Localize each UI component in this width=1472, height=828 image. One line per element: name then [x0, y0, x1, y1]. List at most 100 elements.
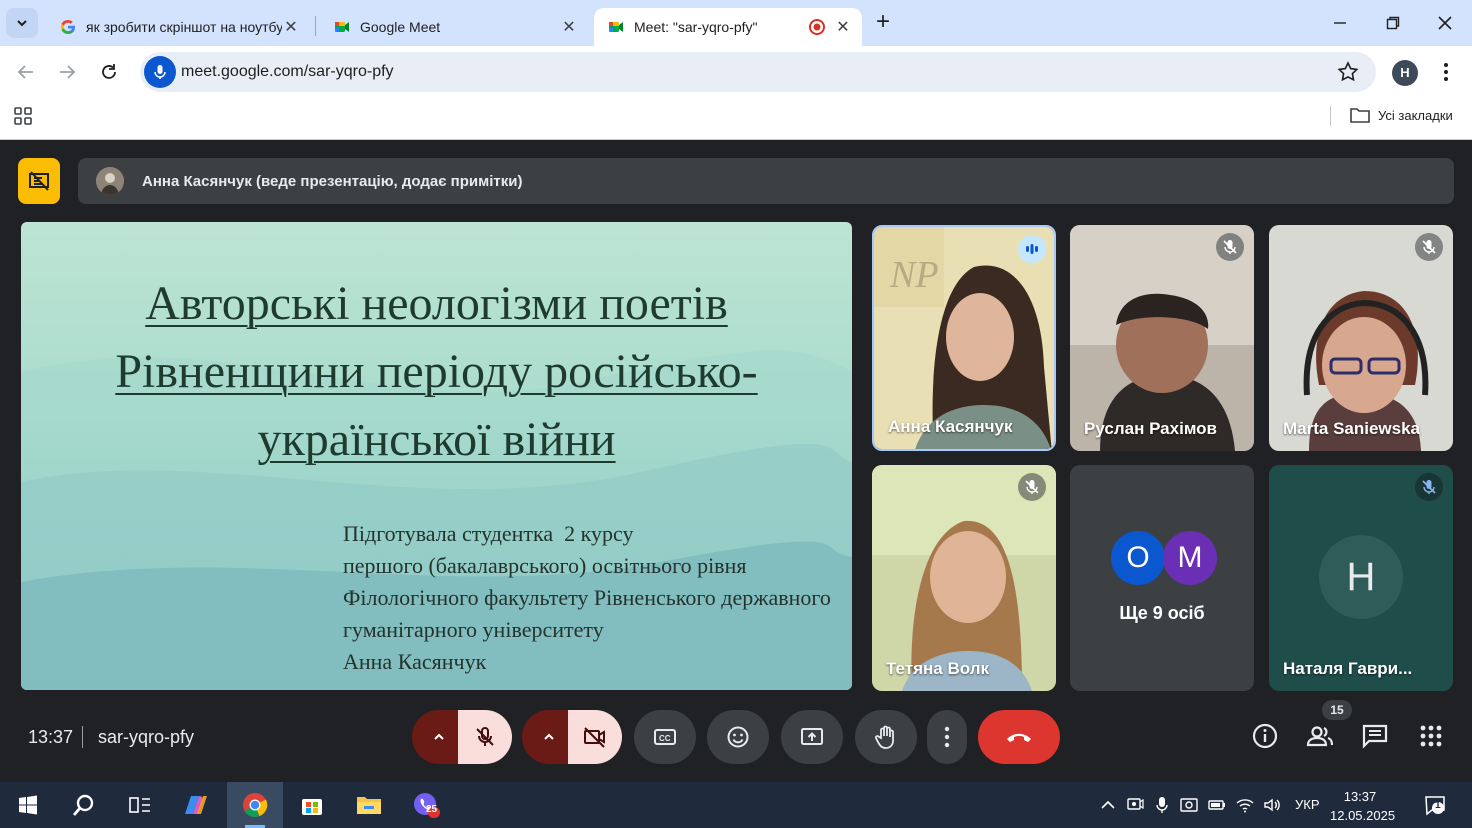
file-explorer-button[interactable]: [341, 782, 397, 828]
language-indicator[interactable]: УКР: [1295, 797, 1320, 812]
chrome-icon: [243, 793, 268, 817]
present-off-icon: [29, 171, 49, 191]
meeting-details-icon[interactable]: [1251, 722, 1279, 750]
captions-button[interactable]: CC: [634, 710, 696, 764]
close-tab-icon[interactable]: ✕: [282, 18, 300, 36]
participant-tile[interactable]: Тетяна Волк: [872, 465, 1056, 691]
present-screen-button[interactable]: [781, 710, 843, 764]
restore-button[interactable]: [1380, 10, 1406, 36]
more-options-icon[interactable]: [1434, 60, 1458, 84]
viber-button[interactable]: 25: [398, 782, 454, 828]
muted-indicator: [1216, 233, 1244, 261]
folder-icon: [357, 797, 381, 814]
activities-icon[interactable]: [1417, 722, 1445, 750]
presenter-avatar: [96, 167, 124, 195]
closed-captions-icon: CC: [654, 729, 676, 745]
notifications-button[interactable]: 1: [1424, 794, 1446, 816]
search-button[interactable]: [56, 782, 112, 828]
folder-icon: [1350, 108, 1370, 123]
chat-icon[interactable]: [1361, 722, 1389, 750]
task-view-button[interactable]: [112, 782, 168, 828]
copilot-button[interactable]: [168, 782, 224, 828]
participant-tile[interactable]: Руслан Рахімов: [1070, 225, 1254, 451]
system-date: 12.05.2025: [1330, 808, 1396, 823]
system-clock[interactable]: 13:37 12.05.2025: [1330, 787, 1396, 825]
new-tab-button[interactable]: +: [872, 10, 894, 34]
search-icon: [72, 794, 94, 816]
bookmark-star-icon[interactable]: [1336, 60, 1360, 84]
svg-text:NP: NP: [889, 254, 939, 296]
minimize-button[interactable]: [1327, 10, 1353, 36]
close-window-button[interactable]: [1432, 10, 1458, 36]
slide-subtitle-line: Підготувала студентка 2 курсу: [343, 521, 634, 546]
url-text[interactable]: meet.google.com/sar-yqro-pfy: [181, 63, 394, 81]
google-meet-icon: [335, 22, 349, 32]
microphone-toggle-button[interactable]: [458, 710, 512, 764]
mic-off-icon: [476, 727, 494, 746]
tab-meet-call[interactable]: Meet: "sar-yqro-pfy" ✕: [594, 8, 862, 46]
leave-call-button[interactable]: [978, 710, 1060, 764]
more-participants-label: Ще 9 осіб: [1119, 603, 1205, 623]
screen-capture-icon[interactable]: [1180, 796, 1198, 814]
windows-logo-icon: [19, 795, 37, 815]
participant-avatar: O: [1111, 531, 1165, 585]
stop-presenting-button[interactable]: [18, 158, 60, 204]
reload-icon: [102, 64, 116, 79]
tab-screenshot-search[interactable]: як зробити скріншот на ноутбу ✕: [46, 8, 310, 46]
participant-tile[interactable]: NP Анна Касянчук: [872, 225, 1056, 451]
meet-presenting-tray-icon[interactable]: [1126, 796, 1144, 814]
microsoft-store-icon: [302, 799, 322, 815]
wifi-icon[interactable]: [1236, 796, 1254, 814]
meeting-clock: 13:37: [28, 727, 74, 747]
battery-icon[interactable]: [1208, 796, 1226, 814]
slide-title-line: української війни: [257, 413, 616, 466]
volume-icon[interactable]: [1263, 796, 1281, 814]
chevron-up-icon: [434, 733, 444, 740]
muted-indicator: [1415, 233, 1443, 261]
bookmarks-separator: [1330, 106, 1331, 126]
apps-grid-icon[interactable]: [14, 107, 32, 125]
speaking-indicator: [1018, 235, 1046, 263]
bookmarks-bar: Усі закладки: [0, 98, 1472, 140]
back-button[interactable]: [14, 60, 38, 84]
more-participants-tile[interactable]: O M Ще 9 осіб: [1070, 465, 1254, 691]
google-icon: [60, 20, 75, 34]
participant-tile[interactable]: Н Наталя Гаври...: [1269, 465, 1453, 691]
slide-subtitle-line: Анна Касянчук: [343, 649, 487, 674]
more-options-button[interactable]: [927, 710, 967, 764]
reload-button[interactable]: [97, 60, 121, 84]
tab-title: Meet: "sar-yqro-pfy": [634, 19, 758, 35]
call-end-icon: [1007, 733, 1031, 742]
browser-toolbar: meet.google.com/sar-yqro-pfy H: [0, 46, 1472, 98]
mic-off-icon: [1422, 240, 1436, 254]
address-bar[interactable]: meet.google.com/sar-yqro-pfy: [140, 52, 1376, 92]
mic-off-icon: [1223, 240, 1237, 254]
notification-count: 1: [1435, 800, 1441, 811]
arrow-left-icon: [17, 65, 33, 79]
profile-avatar[interactable]: H: [1392, 60, 1418, 86]
raise-hand-button[interactable]: [855, 710, 917, 764]
camera-off-icon: [584, 727, 605, 748]
chrome-taskbar-button[interactable]: [227, 782, 283, 828]
close-tab-icon[interactable]: ✕: [834, 18, 852, 36]
start-button[interactable]: [0, 782, 56, 828]
camera-toggle-button[interactable]: [568, 710, 622, 764]
forward-button[interactable]: [55, 60, 79, 84]
store-button[interactable]: [284, 782, 340, 828]
people-icon[interactable]: [1306, 722, 1334, 750]
participant-tile[interactable]: Marta Saniewska: [1269, 225, 1453, 451]
participant-avatar: M: [1163, 531, 1217, 585]
chevron-up-icon[interactable]: [1099, 796, 1117, 814]
tab-title: як зробити скріншот на ноутбу: [86, 19, 282, 35]
slide-subtitle-line: першого (бакалаврського) освітнього рівн…: [343, 553, 747, 578]
reactions-button[interactable]: [707, 710, 769, 764]
mic-off-icon: [1422, 480, 1436, 494]
all-bookmarks-button[interactable]: Усі закладки: [1350, 107, 1453, 123]
close-tab-icon[interactable]: ✕: [560, 18, 578, 36]
microphone-icon[interactable]: [1153, 796, 1171, 814]
recording-icon: [809, 19, 825, 35]
task-view-icon: [129, 797, 150, 813]
tab-google-meet[interactable]: Google Meet ✕: [320, 8, 588, 46]
site-info-button[interactable]: [144, 56, 176, 88]
tab-search-button[interactable]: [6, 8, 38, 38]
